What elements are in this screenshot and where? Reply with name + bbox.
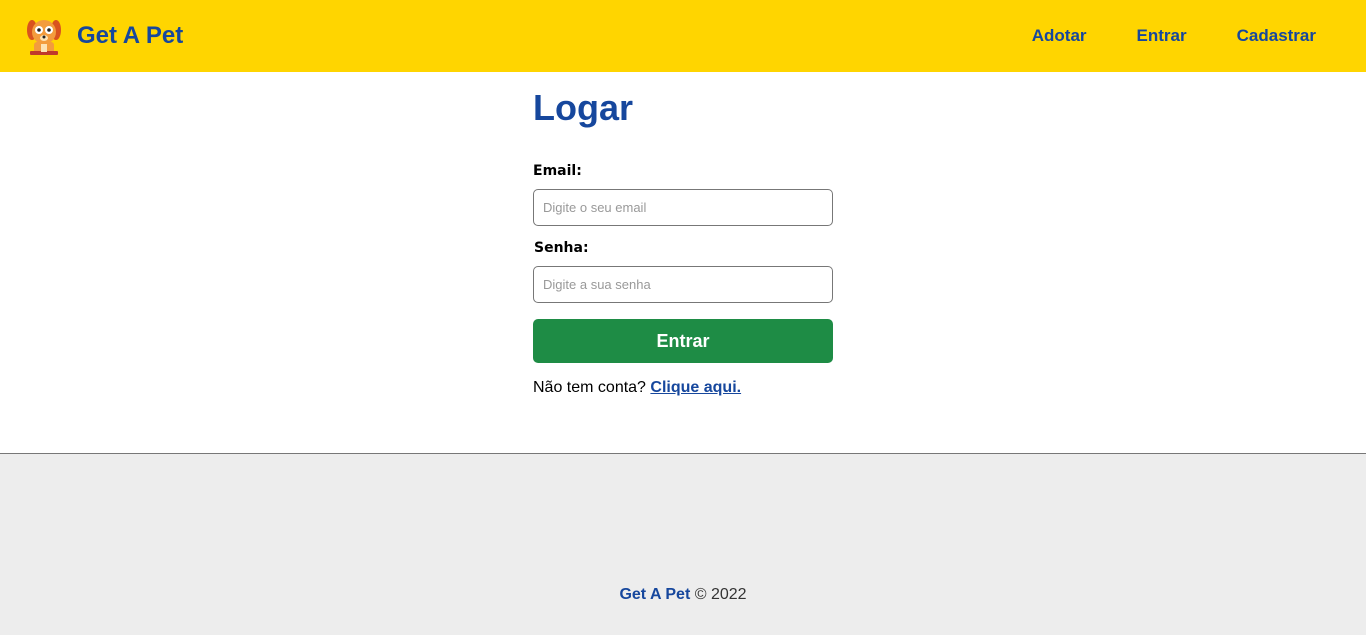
nav-link-cadastrar[interactable]: Cadastrar [1237, 26, 1316, 46]
footer-brand: Get A Pet [619, 586, 691, 603]
signup-prompt: Não tem conta? [533, 379, 646, 396]
password-input[interactable] [533, 266, 833, 303]
login-submit-button[interactable]: Entrar [533, 319, 833, 363]
footer-text: Get A Pet © 2022 [0, 586, 1366, 604]
signup-line: Não tem conta? Clique aqui. [533, 379, 833, 397]
brand[interactable]: Get A Pet [25, 16, 183, 56]
footer: Get A Pet © 2022 [0, 453, 1366, 635]
dog-face-icon [27, 20, 61, 55]
page-title: Logar [533, 87, 634, 128]
nav-links: Adotar Entrar Cadastrar [982, 26, 1316, 46]
email-label: Email: [533, 163, 582, 179]
footer-copyright: © 2022 [694, 586, 747, 603]
password-label: Senha: [534, 240, 589, 256]
navbar: Get A Pet Adotar Entrar Cadastrar [0, 0, 1366, 72]
signup-link[interactable]: Clique aqui. [650, 379, 741, 396]
nav-link-adotar[interactable]: Adotar [1032, 26, 1087, 46]
brand-name: Get A Pet [77, 22, 184, 49]
email-input[interactable] [533, 189, 833, 226]
login-form: Email: Senha: Entrar [533, 163, 833, 363]
nav-link-entrar[interactable]: Entrar [1137, 26, 1187, 46]
login-section: Logar Email: Senha: Entrar Não tem conta… [533, 72, 833, 413]
